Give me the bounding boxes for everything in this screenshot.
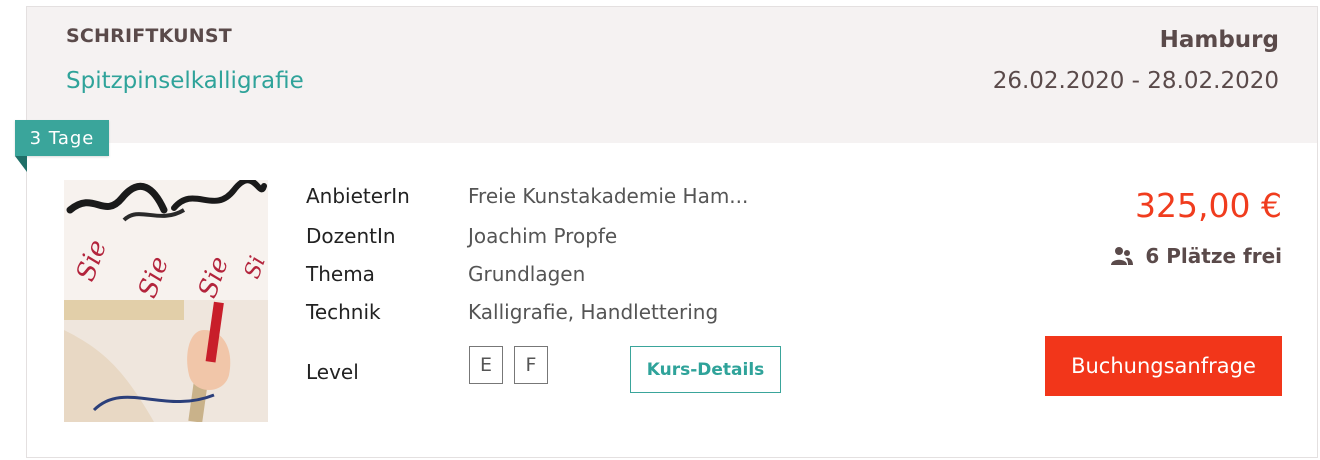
course-title[interactable]: Spitzpinselkalligrafie — [66, 68, 304, 94]
provider-value: Freie Kunstakademie Ham... — [468, 184, 749, 208]
duration-badge: 3 Tage — [15, 120, 109, 156]
course-details-button[interactable]: Kurs-Details — [630, 346, 781, 393]
duration-badge-fold — [15, 156, 27, 172]
topic-value: Grundlagen — [468, 262, 586, 286]
seats-label: 6 Plätze frei — [1145, 244, 1282, 268]
level-label: Level — [306, 360, 359, 384]
users-icon — [1111, 246, 1134, 266]
course-price: 325,00 € — [1135, 186, 1282, 225]
seats-available: 6 Plätze frei — [1111, 244, 1282, 268]
level-badge-e: E — [469, 346, 503, 384]
provider-label: AnbieterIn — [306, 184, 410, 208]
course-card-header: SCHRIFTKUNST Spitzpinselkalligrafie Hamb… — [27, 7, 1317, 143]
technique-label: Technik — [306, 300, 381, 324]
level-badge-f: F — [514, 346, 548, 384]
topic-label: Thema — [306, 262, 375, 286]
course-city: Hamburg — [1159, 27, 1279, 53]
teacher-value: Joachim Propfe — [468, 224, 618, 248]
course-category: SCHRIFTKUNST — [66, 25, 232, 47]
course-thumbnail[interactable]: Sie Sie Sie Si — [64, 180, 268, 422]
booking-request-button[interactable]: Buchungsanfrage — [1045, 336, 1282, 396]
teacher-label: DozentIn — [306, 224, 396, 248]
course-dates: 26.02.2020 - 28.02.2020 — [992, 68, 1279, 94]
technique-value: Kalligrafie, Handlettering — [468, 300, 719, 324]
